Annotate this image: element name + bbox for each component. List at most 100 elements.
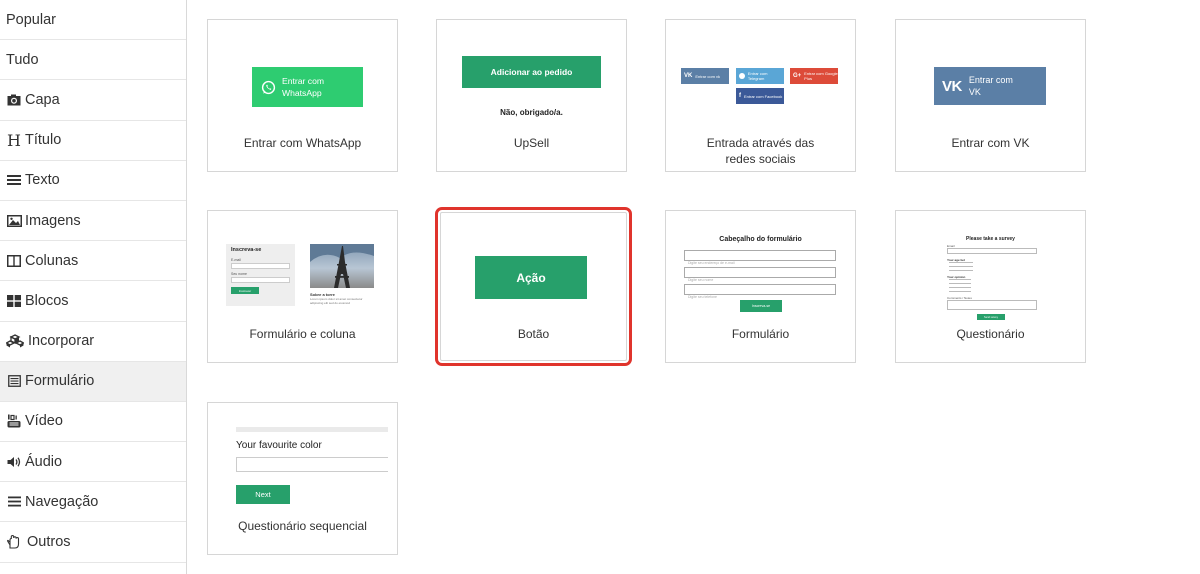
google-login-preview: G+ Entrar com Google Plus <box>790 68 838 84</box>
form-icon <box>6 374 22 388</box>
template-card-questionnaire[interactable]: Please take a survey Email Your age bet … <box>895 210 1086 363</box>
survey-preview-submit: Send survey <box>977 314 1005 320</box>
form-preview-field-3: Digite seu telefone <box>684 284 836 299</box>
sidebar-item-outros[interactable]: Outros <box>0 522 186 563</box>
sidebar-item-colunas[interactable]: Colunas <box>0 241 186 282</box>
sidebar-item-incorporar[interactable]: Incorporar <box>0 322 186 362</box>
sequential-question-label: Your favourite color <box>236 440 322 451</box>
vk-logo-icon: VK <box>942 77 962 95</box>
template-card-sequential-questionnaire[interactable]: Your favourite color Next Questionário s… <box>207 402 398 555</box>
whatsapp-icon <box>261 80 276 95</box>
sidebar-item-imagens[interactable]: Imagens <box>0 201 186 242</box>
card-caption: Questionário sequencial <box>238 519 367 533</box>
form-column-heading: Inscreva-se <box>231 247 262 253</box>
form-column-side-text: Lorem ipsum dolor sit amet consectetur a… <box>310 297 363 305</box>
form-preview-submit-text: Inscreva-se <box>751 304 771 308</box>
template-card-whatsapp[interactable]: Entrar com WhatsApp Entrar com WhatsApp <box>207 19 398 172</box>
category-sidebar: Popular Tudo Capa H Título Texto Imagens… <box>0 0 187 574</box>
vk-login-text: Entrar com vk <box>695 73 721 79</box>
action-button-text: Ação <box>516 270 546 285</box>
telegram-login-preview: Entrar com Telegram <box>736 68 784 84</box>
whatsapp-button-text-line2: WhatsApp <box>282 88 322 98</box>
card-caption: Entrar com VK <box>951 136 1030 150</box>
sidebar-item-formulario[interactable]: Formulário <box>0 361 186 402</box>
sidebar-item-label: Texto <box>25 172 60 189</box>
sidebar-item-texto[interactable]: Texto <box>0 161 186 201</box>
google-plus-icon: G+ <box>793 73 802 79</box>
survey-preview-options-2 <box>949 279 971 292</box>
sidebar-item-label: Navegação <box>25 493 99 510</box>
sidebar-item-capa[interactable]: Capa <box>0 80 186 121</box>
card-caption: Entrar com WhatsApp <box>243 136 362 150</box>
survey-preview-email-input <box>947 248 1037 254</box>
form-column-email-label: E-mail <box>231 258 241 262</box>
template-card-button[interactable]: Ação Botão <box>435 207 632 366</box>
heading-icon: H <box>7 130 21 150</box>
sidebar-item-label: Incorporar <box>28 333 95 350</box>
eiffel-tower-image <box>310 244 374 288</box>
form-preview-field-1-placeholder: Digite seu endereço de e-mail <box>688 261 735 265</box>
facebook-icon: f <box>739 93 741 99</box>
image-icon <box>6 214 22 228</box>
vk-button-preview: VK Entrar com VK <box>934 67 1046 105</box>
sidebar-item-popular[interactable]: Popular <box>0 0 186 41</box>
survey-preview-submit-text: Send survey <box>984 315 998 319</box>
sidebar-item-label: Áudio <box>25 453 63 470</box>
survey-preview-comment-input <box>947 300 1037 310</box>
sidebar-item-label: Vídeo <box>25 413 63 430</box>
sidebar-item-label: Capa <box>25 91 60 108</box>
text-lines-icon <box>6 173 22 187</box>
template-card-social-login[interactable]: VK Entrar com vk Entrar com Telegram G+ … <box>665 19 856 172</box>
upsell-add-button-preview: Adicionar ao pedido <box>462 56 601 88</box>
form-preview-field-2: Digite seu nome <box>684 267 836 282</box>
template-card-upsell[interactable]: Adicionar ao pedido Não, obrigado/a. UpS… <box>436 19 627 172</box>
google-login-text: Entrar com Google Plus <box>804 71 838 81</box>
form-column-form-preview: Inscreva-se E-mail Seu nome Inscrever <box>226 244 295 306</box>
form-column-name-input <box>231 277 290 283</box>
survey-preview-options-1 <box>949 262 973 271</box>
sidebar-item-video[interactable]: Vídeo <box>0 402 186 443</box>
template-card-form-and-column[interactable]: Inscreva-se E-mail Seu nome Inscrever So… <box>207 210 398 363</box>
form-column-email-input <box>231 263 290 269</box>
whatsapp-button-text-line1: Entrar com <box>282 76 325 86</box>
card-caption: UpSell <box>513 136 550 150</box>
sidebar-item-audio[interactable]: Áudio <box>0 442 186 483</box>
sidebar-item-navegacao[interactable]: Navegação <box>0 482 186 523</box>
sidebar-item-label: Blocos <box>25 292 69 309</box>
sidebar-item-blocos[interactable]: Blocos <box>0 281 186 322</box>
sidebar-item-label: Outros <box>27 534 71 551</box>
form-preview-title: Cabeçalho do formulário <box>719 236 802 243</box>
sidebar-item-label: Tudo <box>6 51 39 68</box>
action-button-preview: Ação <box>475 256 587 299</box>
menu-icon <box>6 495 22 509</box>
form-column-submit-preview: Inscrever <box>231 287 259 294</box>
card-caption: Questionário <box>956 327 1025 341</box>
camera-icon <box>6 93 22 107</box>
template-card-form[interactable]: Cabeçalho do formulário Digite seu ender… <box>665 210 856 363</box>
form-column-submit-text: Inscrever <box>238 288 252 293</box>
sequential-next-button-text: Next <box>255 490 271 499</box>
whatsapp-button-preview: Entrar com WhatsApp <box>252 67 363 107</box>
youtube-icon <box>6 414 22 428</box>
form-column-name-label: Seu nome <box>231 272 247 276</box>
card-caption: Formulário e coluna <box>249 327 356 341</box>
sidebar-item-label: Popular <box>6 11 56 28</box>
sequential-next-button-preview: Next <box>236 485 290 504</box>
facebook-login-preview: f Entrar com Facebook <box>736 88 784 104</box>
vk-button-text-line1: Entrar com <box>968 75 1013 85</box>
card-caption: Formulário <box>731 327 790 341</box>
card-caption: Botão <box>517 327 550 341</box>
blocks-icon <box>6 294 22 308</box>
columns-icon <box>6 254 22 268</box>
card-caption: Entrada através das redes sociais <box>706 136 815 166</box>
hand-icon <box>6 535 23 549</box>
telegram-icon <box>739 73 745 79</box>
sidebar-item-titulo[interactable]: H Título <box>0 121 186 161</box>
sidebar-item-label: Formulário <box>25 373 95 390</box>
upsell-add-button-text: Adicionar ao pedido <box>490 67 573 77</box>
sidebar-item-label: Colunas <box>25 252 79 269</box>
template-card-vk[interactable]: VK Entrar com VK Entrar com VK <box>895 19 1086 172</box>
form-preview-field-3-placeholder: Digite seu telefone <box>688 295 717 299</box>
sidebar-item-tudo[interactable]: Tudo <box>0 40 186 81</box>
sequential-answer-input <box>236 457 388 472</box>
